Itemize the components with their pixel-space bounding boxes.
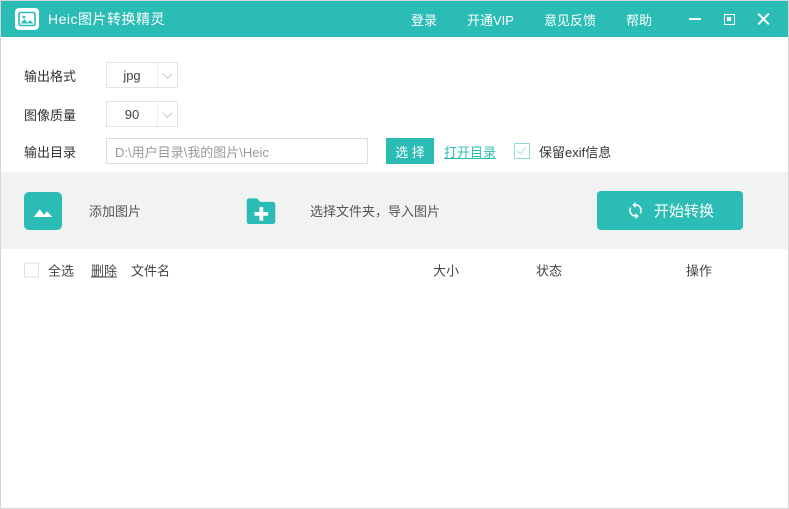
output-format-caret[interactable] (157, 63, 177, 87)
menu-vip[interactable]: 开通VIP (467, 10, 514, 29)
column-status: 状态 (536, 263, 563, 279)
output-dir-label: 输出目录 (24, 144, 77, 160)
close-icon (757, 13, 770, 26)
maximize-icon (723, 13, 735, 25)
add-images-button[interactable]: 添加图片 (24, 191, 142, 230)
chevron-down-icon (162, 68, 173, 79)
output-dir-row: 输出目录 选 择 打开目录 保留exif信息 (1, 138, 788, 164)
file-list-area (1, 286, 788, 508)
add-image-icon (24, 191, 62, 230)
chevron-down-icon (162, 107, 173, 118)
open-dir-link[interactable]: 打开目录 (444, 142, 496, 161)
maximize-button[interactable] (718, 8, 740, 30)
output-format-row: 输出格式 jpg (1, 62, 788, 88)
output-dir-input[interactable] (106, 138, 368, 164)
choose-dir-button[interactable]: 选 择 (386, 138, 434, 164)
window-controls (684, 8, 774, 30)
image-quality-caret[interactable] (157, 102, 177, 126)
sync-icon (629, 201, 642, 220)
import-folder-label: 选择文件夹，导入图片 (310, 204, 441, 219)
import-folder-button[interactable]: 选择文件夹，导入图片 (239, 192, 440, 230)
close-button[interactable] (752, 8, 774, 30)
app-window: Heic图片转换精灵 登录 开通VIP 意见反馈 帮助 输出格式 jpg 图像质… (0, 0, 789, 509)
keep-exif-checkbox[interactable] (514, 143, 530, 159)
delete-link[interactable]: 删除 (91, 261, 117, 280)
checkmark-icon (516, 144, 527, 155)
column-size: 大小 (433, 263, 460, 279)
titlebar-menu: 登录 开通VIP 意见反馈 帮助 (411, 10, 652, 29)
select-all-checkbox[interactable] (24, 262, 39, 278)
folder-plus-icon (239, 192, 283, 230)
file-table-header: 全选 删除 文件名 大小 状态 操作 (1, 254, 788, 286)
output-format-select[interactable]: jpg (106, 62, 178, 88)
minimize-icon (689, 18, 701, 20)
column-filename: 文件名 (131, 263, 171, 279)
action-band: 添加图片 选择文件夹，导入图片 开始转换 (1, 172, 788, 249)
column-operation: 操作 (686, 263, 713, 279)
start-convert-button[interactable]: 开始转换 (597, 191, 743, 230)
menu-feedback[interactable]: 意见反馈 (544, 10, 596, 29)
app-logo-icon (15, 8, 39, 30)
image-quality-label: 图像质量 (24, 107, 77, 123)
output-format-value: jpg (123, 67, 141, 83)
add-images-label: 添加图片 (89, 204, 142, 219)
image-quality-value: 90 (124, 106, 140, 122)
title-bar: Heic图片转换精灵 登录 开通VIP 意见反馈 帮助 (1, 1, 788, 37)
select-all-label: 全选 (48, 263, 75, 279)
output-format-label: 输出格式 (24, 68, 77, 84)
menu-login[interactable]: 登录 (411, 10, 437, 29)
start-convert-label: 开始转换 (653, 203, 714, 220)
app-title: Heic图片转换精灵 (48, 11, 166, 27)
image-quality-row: 图像质量 90 (1, 101, 788, 127)
image-quality-select[interactable]: 90 (106, 101, 178, 127)
keep-exif-label: 保留exif信息 (539, 144, 612, 160)
menu-help[interactable]: 帮助 (626, 10, 652, 29)
minimize-button[interactable] (684, 8, 706, 30)
